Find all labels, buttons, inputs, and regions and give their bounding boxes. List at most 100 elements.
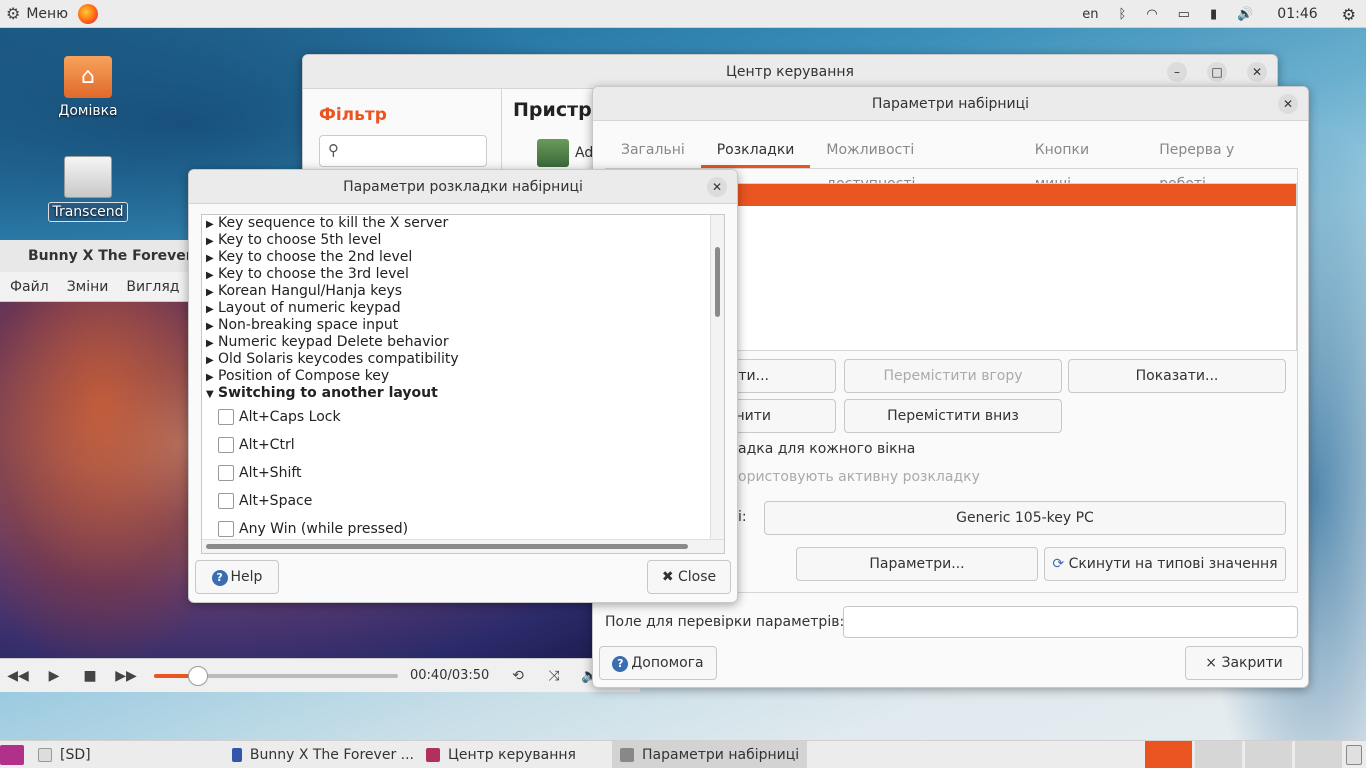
battery-icon[interactable]: ▮ xyxy=(1200,0,1227,28)
close-button[interactable]: ✖ Close xyxy=(647,560,731,594)
move-down-button[interactable]: Перемістити вниз xyxy=(844,399,1062,433)
expand-arrow-icon: ▶ xyxy=(206,236,214,247)
search-input[interactable]: ⚲ xyxy=(319,135,487,167)
help-button[interactable]: ? Help xyxy=(195,560,279,594)
taskbar-item-keyboard-prefs[interactable]: Параметри набірниці xyxy=(612,741,807,768)
window-title-text: Параметри розкладки набірниці xyxy=(343,179,583,195)
window-title: Параметри розкладки набірниці ✕ xyxy=(189,170,737,204)
tab-general[interactable]: Загальні xyxy=(605,133,701,168)
tree-row[interactable]: ▶ Korean Hangul/Hanja keys xyxy=(206,283,402,300)
menu-file[interactable]: Файл xyxy=(10,279,49,295)
expand-arrow-icon: ▶ xyxy=(206,253,214,264)
menu-view[interactable]: Вигляд xyxy=(126,279,179,295)
firefox-icon[interactable] xyxy=(77,3,98,24)
checkbox-label: Alt+Shift xyxy=(239,465,302,481)
show-desktop-icon[interactable] xyxy=(0,745,24,765)
expand-arrow-icon: ▶ xyxy=(206,372,214,383)
taskbar-item-sd[interactable]: [SD] xyxy=(30,741,220,768)
maximize-icon[interactable]: □ xyxy=(1207,62,1227,82)
seek-bar[interactable] xyxy=(154,665,398,686)
minimize-icon[interactable]: – xyxy=(1167,62,1187,82)
per-window-layout-label[interactable]: адка для кожного вікна xyxy=(738,441,915,457)
option-checkbox-row[interactable]: Alt+Space xyxy=(218,491,312,511)
rewind-icon[interactable]: ◀◀ xyxy=(0,668,36,684)
expand-arrow-icon: ▶ xyxy=(206,355,214,366)
close-icon[interactable]: ✕ xyxy=(707,177,727,197)
tree-row[interactable]: ▶ Numeric keypad Delete behavior xyxy=(206,334,449,351)
tree-row-label: Switching to another layout xyxy=(218,385,438,401)
tab-typing-break[interactable]: Перерва у роботі xyxy=(1143,133,1298,192)
show-layout-button[interactable]: Показати... xyxy=(1068,359,1286,393)
stop-icon[interactable]: ■ xyxy=(72,668,108,684)
forward-icon[interactable]: ▶▶ xyxy=(108,668,144,684)
bottom-panel: [SD] Bunny X The Forever ... Центр керув… xyxy=(0,740,1366,768)
language-indicator[interactable]: en xyxy=(1072,0,1108,28)
new-windows-active-layout-label[interactable]: ористовують активну розкладку xyxy=(738,469,980,485)
option-checkbox-row[interactable]: Alt+Shift xyxy=(218,463,302,483)
test-field-input[interactable] xyxy=(843,606,1298,638)
checkbox[interactable] xyxy=(218,409,234,425)
clock[interactable]: 01:46 xyxy=(1263,0,1331,28)
test-field-label: Поле для перевірки параметрів: xyxy=(605,614,845,630)
desktop-icon-transcend[interactable]: Transcend xyxy=(48,156,128,222)
options-tree[interactable]: ▶ Key sequence to kill the X server ▶ Key … xyxy=(201,214,725,554)
option-checkbox-row[interactable]: Alt+Caps Lock xyxy=(218,407,341,427)
horizontal-scrollbar[interactable] xyxy=(202,539,724,553)
volume-icon[interactable]: 🔊 xyxy=(1227,0,1263,28)
workspace-3[interactable] xyxy=(1244,741,1292,768)
settings-gear-icon[interactable]: ⚙ xyxy=(1332,0,1366,28)
tab-mouse-keys[interactable]: Кнопки миші xyxy=(1019,133,1144,192)
checkbox[interactable] xyxy=(218,493,234,509)
desktop-icon-home[interactable]: Домівка xyxy=(48,56,128,120)
tree-row[interactable]: ▶ Old Solaris keycodes compatibility xyxy=(206,351,459,368)
workspace-4[interactable] xyxy=(1294,741,1342,768)
drive-icon[interactable]: ▭ xyxy=(1168,0,1200,28)
seek-handle[interactable] xyxy=(187,665,208,686)
tab-accessibility[interactable]: Можливості доступності xyxy=(810,133,1018,192)
tree-row[interactable]: ▶ Layout of numeric keypad xyxy=(206,300,401,317)
help-button[interactable]: ? Допомога xyxy=(599,646,717,680)
drive-icon xyxy=(38,748,52,762)
reset-defaults-button[interactable]: ⟳ Скинути на типові значення xyxy=(1044,547,1286,581)
checkbox[interactable] xyxy=(218,437,234,453)
scrollbar-thumb[interactable] xyxy=(715,247,720,317)
shuffle-icon[interactable]: ⤨ xyxy=(536,668,572,684)
tree-row[interactable]: ▶ Key to choose 5th level xyxy=(206,232,381,249)
tree-row[interactable]: ▶ Position of Compose key xyxy=(206,368,389,385)
close-button[interactable]: × Закрити xyxy=(1185,646,1303,680)
checkbox[interactable] xyxy=(218,521,234,537)
option-checkbox-row[interactable]: Any Win (while pressed) xyxy=(218,519,408,539)
menu-button[interactable]: ⚙ Меню xyxy=(0,0,74,28)
bluetooth-icon[interactable]: ᛒ xyxy=(1109,0,1137,28)
close-icon[interactable]: ✕ xyxy=(1278,94,1298,114)
workspace-1[interactable] xyxy=(1144,741,1192,768)
item-label[interactable]: Ad xyxy=(575,145,593,161)
close-icon[interactable]: ✕ xyxy=(1247,62,1267,82)
window-title-text: Параметри набірниці xyxy=(871,96,1030,112)
hardware-icon[interactable] xyxy=(537,139,569,167)
tree-row[interactable]: ▶ Key sequence to kill the X server xyxy=(206,215,448,232)
taskbar-item-player[interactable]: Bunny X The Forever ... xyxy=(224,741,414,768)
menu-edit[interactable]: Зміни xyxy=(67,279,109,295)
tree-row-expanded[interactable]: ▼ Switching to another layout xyxy=(206,385,438,402)
tab-layouts[interactable]: Розкладки xyxy=(700,133,811,168)
tree-row[interactable]: ▶ Key to choose the 2nd level xyxy=(206,249,412,266)
options-button[interactable]: Параметри... xyxy=(796,547,1038,581)
taskbar-item-control-center[interactable]: Центр керування xyxy=(418,741,608,768)
checkbox[interactable] xyxy=(218,465,234,481)
section-heading: Пристр xyxy=(513,99,592,121)
expand-arrow-icon: ▶ xyxy=(206,321,214,332)
move-up-button[interactable]: Перемістити вгору xyxy=(844,359,1062,393)
play-icon[interactable]: ▶ xyxy=(36,668,72,684)
scrollbar-thumb[interactable] xyxy=(206,544,688,549)
tree-row[interactable]: ▶ Key to choose the 3rd level xyxy=(206,266,409,283)
tree-row[interactable]: ▶ Non-breaking space input xyxy=(206,317,398,334)
workspace-2[interactable] xyxy=(1194,741,1242,768)
vertical-scrollbar[interactable] xyxy=(710,215,724,541)
keyboard-model-button[interactable]: Generic 105-key PC xyxy=(764,501,1286,535)
wifi-icon[interactable]: ◠ xyxy=(1136,0,1167,28)
trash-icon[interactable] xyxy=(1346,745,1362,765)
repeat-icon[interactable]: ⟲ xyxy=(500,668,536,684)
player-controls: ◀◀ ▶ ■ ▶▶ 00:40/03:50 ⟲ ⤨ 🔈 xyxy=(0,658,640,692)
option-checkbox-row[interactable]: Alt+Ctrl xyxy=(218,435,295,455)
